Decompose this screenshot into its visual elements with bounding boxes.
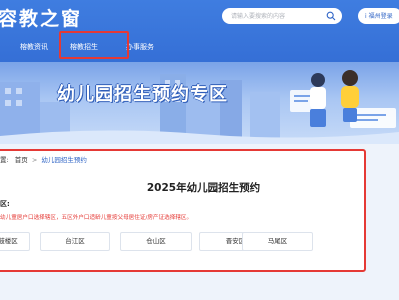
nav-enrollment-highlight xyxy=(59,31,129,59)
breadcrumb: 置: 首页 > 幼儿园招生预约 xyxy=(0,154,87,164)
login-button[interactable]: i 福州登录 xyxy=(358,8,399,24)
enrollment-card xyxy=(0,149,366,272)
district-notice: 幼儿童居户口选择辖区，五区外户口适龄儿童按父母居住证/房产证选择辖区。 xyxy=(0,215,193,221)
nav-news[interactable]: 榕教资讯 xyxy=(20,36,48,58)
page: 容教之窗 请输入要搜索的内容 i 福州登录 榕教资讯 榕教招生 办事服务 幼儿园… xyxy=(0,0,399,300)
district-button-gulou[interactable]: 鼓楼区 xyxy=(0,232,30,251)
page-title: 2025年幼儿园招生预约 xyxy=(146,182,261,194)
site-logo[interactable]: 容教之窗 xyxy=(0,4,82,31)
search-placeholder: 请输入要搜索的内容 xyxy=(231,13,286,20)
district-button-cangshan[interactable]: 仓山区 xyxy=(120,232,192,251)
search-input[interactable]: 请输入要搜索的内容 xyxy=(222,8,342,24)
district-button-mawei[interactable]: 马尾区 xyxy=(242,232,313,251)
breadcrumb-separator: > xyxy=(31,156,38,164)
search-icon[interactable] xyxy=(326,11,336,21)
district-button-taijiang[interactable]: 台江区 xyxy=(40,232,110,251)
banner: 幼儿园招生预约专区 xyxy=(0,62,399,144)
breadcrumb-prefix: 置: xyxy=(0,156,9,164)
nav-services[interactable]: 办事服务 xyxy=(126,36,154,58)
login-label: i 福州登录 xyxy=(365,13,393,20)
banner-title: 幼儿园招生预约专区 xyxy=(57,84,228,105)
breadcrumb-home[interactable]: 首页 xyxy=(15,156,28,164)
breadcrumb-current: 幼儿园招生预约 xyxy=(41,156,87,164)
district-label: 区: xyxy=(0,200,10,208)
